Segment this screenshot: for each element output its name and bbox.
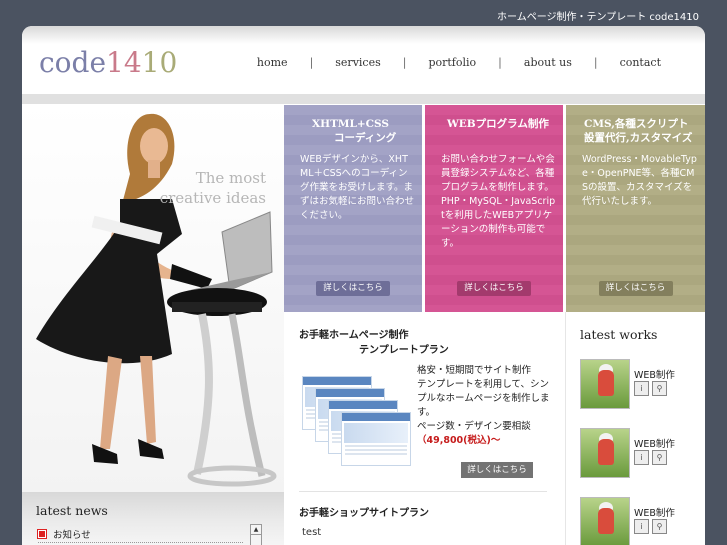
shop-plan-text: test: [302, 527, 322, 538]
nav-services[interactable]: services: [313, 56, 402, 69]
logo-part-code: code: [39, 46, 107, 79]
shop-plan-title: お手軽ショップサイトプラン: [299, 508, 429, 519]
service-title: XHTML+CSS コーディング: [312, 118, 397, 144]
work-thumbnail[interactable]: [580, 428, 630, 478]
service-description: WordPress・MovableType・OpenPNE等、各種CMSの設置、…: [582, 154, 697, 207]
work-thumbnail[interactable]: [580, 359, 630, 409]
service-description: お問い合わせフォームや会員登録システムなど、各種プログラムを制作します。PHP・…: [441, 154, 556, 249]
service-panel-xhtml: XHTML+CSS コーディング WEBデザインから、XHTML＋CSSへのコーデ…: [284, 105, 422, 312]
hero-tagline-line1: The most: [195, 169, 266, 187]
logo-part-10: 10: [141, 46, 178, 79]
latest-works-section: latest works WEB制作 i ⚲ WEB制作 i ⚲ WEB制作 i…: [567, 312, 705, 545]
work-thumbnail[interactable]: [580, 497, 630, 545]
site-logo[interactable]: code1410: [39, 46, 177, 79]
work-label: WEB制作: [634, 508, 675, 519]
news-item[interactable]: お知らせ: [37, 527, 91, 541]
zoom-icon[interactable]: ⚲: [652, 381, 667, 396]
work-item: WEB制作 i ⚲: [580, 428, 700, 478]
plan-description: 格安・短期間でサイト制作 テンプレートを利用して、シンプルなホームページを制作し…: [417, 364, 552, 448]
nav-about-us[interactable]: about us: [502, 56, 594, 69]
news-item-divider: [38, 542, 243, 543]
logo-part-14: 14: [106, 46, 142, 79]
service-title: WEBプログラム制作: [447, 118, 549, 130]
plan-title: お手軽ホームページ制作 テンプレートプラン: [299, 330, 449, 356]
info-icon[interactable]: i: [634, 450, 649, 465]
latest-works-heading: latest works: [580, 327, 658, 342]
page-container: code1410 home | services | portfolio | a…: [22, 26, 705, 545]
plan-price: （49,800(税込)〜: [417, 435, 501, 446]
nav-home[interactable]: home: [235, 56, 310, 69]
work-label: WEB制作: [634, 370, 675, 381]
hero-woman-illustration: [36, 113, 277, 487]
hero-image: The most creative ideas: [22, 104, 284, 492]
scroll-up-icon[interactable]: ▲: [251, 525, 261, 535]
template-screenshots: [302, 376, 412, 481]
service-description: WEBデザインから、XHTML＋CSSへのコーディング作業をお受けします。まずは…: [300, 154, 415, 221]
bullet-icon: [37, 529, 47, 539]
info-icon[interactable]: i: [634, 381, 649, 396]
work-label: WEB制作: [634, 439, 675, 450]
nav-contact[interactable]: contact: [598, 56, 683, 69]
latest-news-section: latest news お知らせ ▲: [22, 492, 284, 545]
latest-news-heading: latest news: [36, 503, 108, 518]
news-scrollbar[interactable]: ▲: [250, 524, 262, 545]
info-icon[interactable]: i: [634, 519, 649, 534]
details-button[interactable]: 詳しくはこちら: [598, 281, 673, 296]
template-screen: [341, 412, 411, 466]
header: code1410 home | services | portfolio | a…: [22, 26, 705, 94]
hero-tagline-line2: creative ideas: [159, 189, 266, 207]
site-tagline: ホームページ制作・テンプレート code1410: [497, 12, 699, 23]
zoom-icon[interactable]: ⚲: [652, 450, 667, 465]
zoom-icon[interactable]: ⚲: [652, 519, 667, 534]
details-button[interactable]: 詳しくはこちら: [316, 281, 390, 296]
plan-details-button[interactable]: 詳しくはこちら: [461, 462, 533, 478]
main-nav: home | services | portfolio | about us |…: [235, 56, 683, 69]
hero-tagline: The most creative ideas: [160, 168, 266, 208]
header-divider-bar: [22, 94, 705, 104]
details-button[interactable]: 詳しくはこちら: [457, 281, 531, 296]
service-panel-web-program: WEBプログラム制作 お問い合わせフォームや会員登録システムなど、各種プログラム…: [425, 105, 563, 312]
service-panel-cms: CMS,各種スクリプト 設置代行,カスタマイズ WordPress・Movable…: [566, 105, 705, 312]
service-title: CMS,各種スクリプト 設置代行,カスタマイズ: [584, 118, 693, 144]
template-plan-section: お手軽ホームページ制作 テンプレートプラン 格安・短期間でサイト制作 テンプレー…: [284, 312, 566, 545]
nav-portfolio[interactable]: portfolio: [406, 56, 498, 69]
section-divider: [299, 491, 547, 492]
work-item: WEB制作 i ⚲: [580, 359, 700, 409]
news-item-label: お知らせ: [53, 530, 91, 541]
work-item: WEB制作 i ⚲: [580, 497, 700, 545]
